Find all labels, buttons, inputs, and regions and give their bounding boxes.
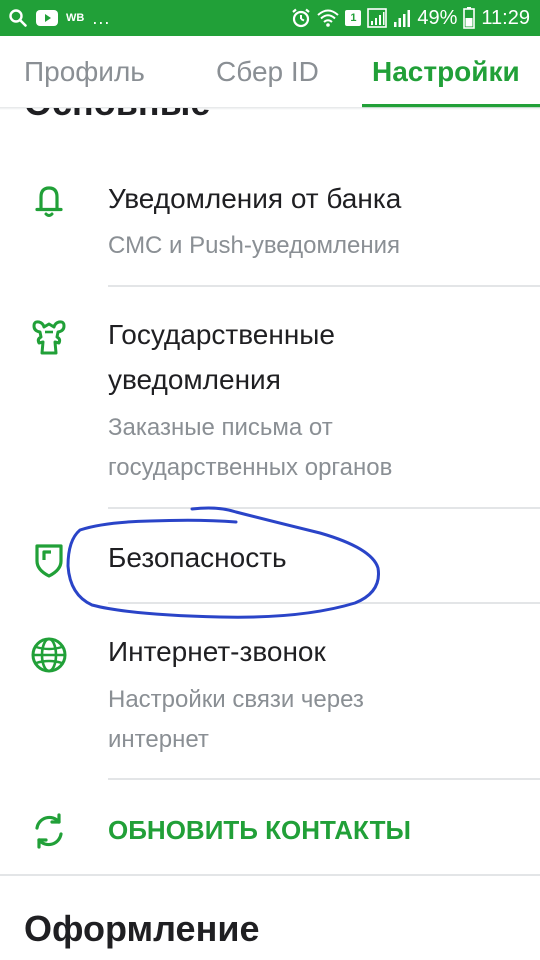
divider <box>108 778 540 780</box>
globe-icon <box>31 637 67 673</box>
divider <box>108 285 540 287</box>
divider <box>108 602 540 604</box>
tab-settings[interactable]: Настройки <box>372 56 520 88</box>
status-bar-left: WB ... <box>8 0 110 36</box>
alarm-icon <box>292 8 311 28</box>
sim-badge: 1 <box>345 10 362 26</box>
signal-icon <box>367 8 388 28</box>
tab-profile[interactable]: Профиль <box>24 56 145 88</box>
settings-list[interactable]: Основные Уведомления от банка СМС и Push… <box>0 108 540 960</box>
battery-icon <box>463 7 476 29</box>
state-emblem-icon <box>32 320 66 355</box>
status-time: 11:29 <box>481 6 530 29</box>
item-title-internet-call: Интернет-звонок <box>108 636 326 667</box>
shield-icon <box>35 544 63 578</box>
search-icon <box>9 9 27 27</box>
section-divider <box>0 874 540 876</box>
item-subtitle-bank-notifications: СМС и Push-уведомления <box>108 232 400 259</box>
divider <box>108 507 540 509</box>
bell-icon <box>35 186 63 217</box>
status-wb-label: WB <box>66 12 85 24</box>
section-heading-main: Основные <box>24 108 210 124</box>
item-title-state-notifications-line2: уведомления <box>108 364 281 395</box>
status-more: ... <box>92 8 111 28</box>
battery-percent: 49% <box>417 6 458 29</box>
wifi-icon <box>317 9 340 27</box>
item-title-bank-notifications: Уведомления от банка <box>108 183 402 214</box>
status-bar: WB ... 1 49% 11:29 <box>0 0 540 36</box>
refresh-icon <box>35 813 63 849</box>
item-subtitle-internet-call-line1: Настройки связи через <box>108 686 364 713</box>
tab-sber-id[interactable]: Сбер ID <box>216 56 319 88</box>
refresh-contacts-label: ОБНОВИТЬ КОНТАКТЫ <box>108 815 411 845</box>
item-subtitle-internet-call-line2: интернет <box>108 726 209 753</box>
item-title-security: Безопасность <box>108 542 287 573</box>
tab-bar: Профиль Сбер ID Настройки <box>0 36 540 108</box>
signal-bars-icon <box>394 10 411 27</box>
item-subtitle-state-notifications-line1: Заказные письма от <box>108 414 333 441</box>
status-bar-right: 1 49% 11:29 <box>291 0 530 36</box>
item-subtitle-state-notifications-line2: государственных органов <box>108 454 393 481</box>
item-title-state-notifications-line1: Государственные <box>108 319 335 350</box>
youtube-icon <box>36 10 58 26</box>
section-heading-design: Оформление <box>24 908 260 949</box>
